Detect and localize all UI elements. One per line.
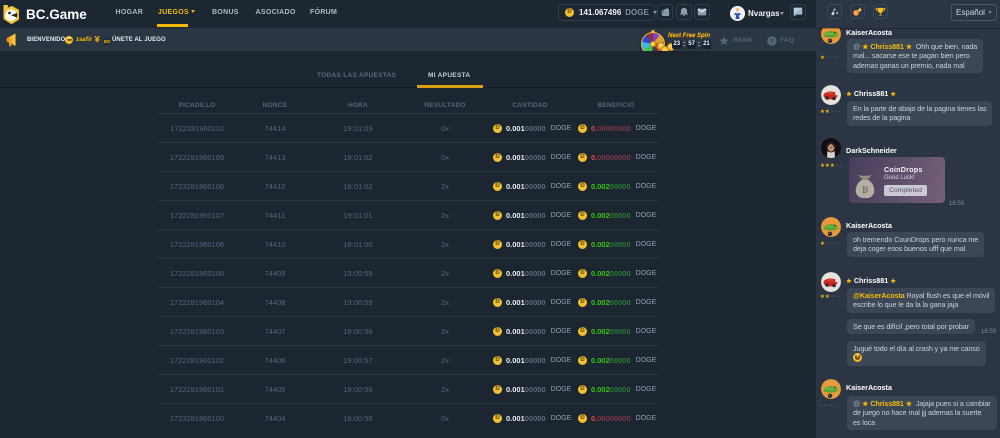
svg-text:?: ?: [770, 38, 774, 45]
svg-text:₿: ₿: [862, 185, 869, 195]
